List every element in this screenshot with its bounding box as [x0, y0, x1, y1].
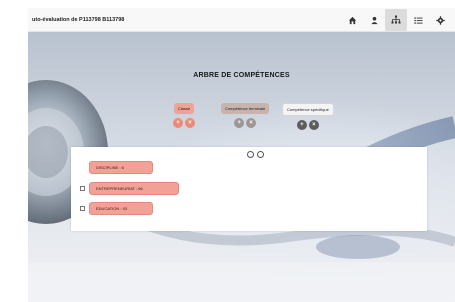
home-icon[interactable]: [341, 9, 363, 31]
top-bar: uto-évaluation de P113798 B113798: [28, 8, 455, 32]
top-nav-icons: [341, 8, 451, 32]
app-window: uto-évaluation de P113798 B113798 ARBRE …: [0, 0, 455, 302]
tree-zoom-controls: [247, 151, 264, 158]
section-title: ARBRE DE COMPÉTENCES: [193, 72, 290, 79]
user-icon[interactable]: [363, 9, 385, 31]
tree-node-row: ENTREPRENEURIAT : 66: [80, 182, 179, 195]
legend-classe: Classe + ×: [173, 103, 195, 128]
org-tree-icon-glyph: [391, 15, 401, 24]
legend-label-competence-specifique: Compétence spécifique: [282, 103, 334, 116]
list-icon[interactable]: [407, 9, 429, 31]
gear-icon-glyph: [435, 15, 445, 25]
collapse-classe-button[interactable]: ×: [185, 118, 195, 128]
user-icon-glyph: [370, 16, 378, 24]
legend-buttons-competence-specifique: + ×: [296, 120, 319, 130]
tree-node-checkbox[interactable]: [80, 186, 85, 191]
home-icon-glyph: [348, 16, 356, 24]
list-icon-glyph: [413, 16, 423, 24]
tree-control-circle-left[interactable]: [247, 151, 254, 158]
expand-competence-terminale-button[interactable]: +: [234, 118, 245, 128]
collapse-competence-terminale-button[interactable]: ×: [246, 118, 257, 128]
legend-label-competence-terminale: Compétence terminale: [221, 103, 270, 114]
legend-buttons-competence-terminale: + ×: [234, 118, 257, 128]
expand-classe-button[interactable]: +: [173, 118, 183, 128]
tree-node-education[interactable]: ÉDUCATION : 93: [89, 202, 153, 215]
collapse-competence-specifique-button[interactable]: ×: [308, 120, 319, 130]
gear-icon[interactable]: [429, 9, 451, 31]
legend-competence-specifique: Compétence spécifique + ×: [282, 103, 334, 130]
org-tree-icon[interactable]: [385, 9, 407, 31]
legend-competence-terminale: Compétence terminale + ×: [221, 103, 270, 128]
tree-control-circle-right[interactable]: [257, 151, 264, 158]
competence-tree-panel: DISCIPLINE : 6 ENTREPRENEURIAT : 66 ÉDUC…: [71, 147, 427, 231]
legend-label-classe: Classe: [173, 103, 195, 114]
tree-node-discipline[interactable]: DISCIPLINE : 6: [89, 161, 153, 174]
app-title: uto-évaluation de P113798 B113798: [32, 16, 125, 23]
tree-node-checkbox[interactable]: [80, 206, 85, 211]
tree-node-row: ÉDUCATION : 93: [80, 202, 153, 215]
expand-competence-specifique-button[interactable]: +: [296, 120, 307, 130]
tree-node-entrepreneuriat[interactable]: ENTREPRENEURIAT : 66: [89, 182, 179, 195]
tree-node-row: DISCIPLINE : 6: [89, 161, 153, 174]
legend-buttons-classe: + ×: [173, 118, 195, 128]
